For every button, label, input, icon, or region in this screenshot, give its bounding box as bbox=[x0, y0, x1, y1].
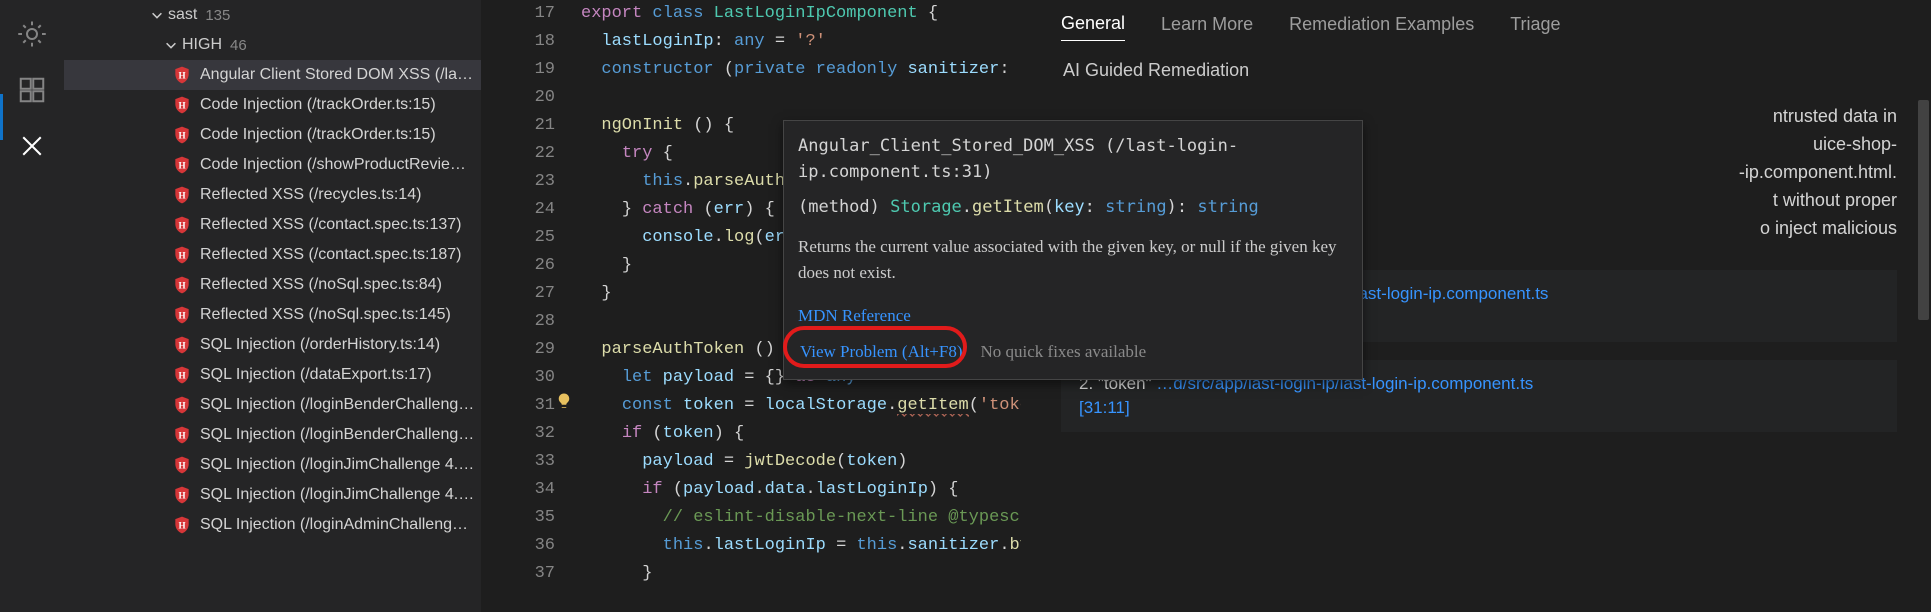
svg-text:H: H bbox=[178, 520, 185, 530]
tab-general[interactable]: General bbox=[1061, 13, 1125, 41]
sidebar-item-label: Code Injection (/trackOrder.ts:15) bbox=[200, 96, 475, 114]
sidebar-item[interactable]: H Code Injection (/trackOrder.ts:15) bbox=[64, 90, 481, 120]
sidebar-item[interactable]: H SQL Injection (/loginJimChallenge 4.… bbox=[64, 450, 481, 480]
group-label: sast bbox=[168, 6, 197, 24]
sidebar-item[interactable]: H SQL Injection (/loginBenderChalleng… bbox=[64, 390, 481, 420]
svg-text:H: H bbox=[178, 70, 185, 80]
sidebar-item-label: SQL Injection (/dataExport.ts:17) bbox=[200, 366, 475, 384]
tree-group-sast[interactable]: sast 135 bbox=[64, 0, 481, 30]
extensions-icon[interactable] bbox=[10, 68, 54, 112]
tree-group-high[interactable]: HIGH 46 bbox=[64, 30, 481, 60]
panel-scrollbar[interactable] bbox=[1916, 0, 1931, 612]
sidebar-item-label: SQL Injection (/loginJimChallenge 4.… bbox=[200, 486, 475, 504]
svg-text:H: H bbox=[178, 310, 185, 320]
severity-high-icon: H bbox=[172, 515, 192, 535]
severity-high-icon: H bbox=[172, 425, 192, 445]
lightbulb-icon[interactable] bbox=[555, 392, 573, 410]
severity-high-icon: H bbox=[172, 335, 192, 355]
severity-high-icon: H bbox=[172, 485, 192, 505]
activity-bar bbox=[0, 0, 64, 612]
sidebar-item[interactable]: H SQL Injection (/loginBenderChalleng… bbox=[64, 420, 481, 450]
sidebar-item[interactable]: H SQL Injection (/loginAdminChalleng… bbox=[64, 510, 481, 540]
card-location: [31:11] bbox=[1079, 398, 1879, 418]
sidebar: sast 135 HIGH 46 H Angular Client Stored … bbox=[64, 0, 481, 612]
svg-text:H: H bbox=[178, 370, 185, 380]
sidebar-item[interactable]: H Code Injection (/trackOrder.ts:15) bbox=[64, 120, 481, 150]
sidebar-item[interactable]: H Code Injection (/showProductRevie… bbox=[64, 150, 481, 180]
sidebar-item[interactable]: H Reflected XSS (/noSql.spec.ts:145) bbox=[64, 300, 481, 330]
severity-high-icon: H bbox=[172, 395, 192, 415]
scan-panel-icon[interactable] bbox=[10, 124, 54, 168]
svg-text:H: H bbox=[178, 280, 185, 290]
sidebar-item-label: Reflected XSS (/noSql.spec.ts:145) bbox=[200, 306, 475, 324]
hover-tooltip: Angular_Client_Stored_DOM_XSS (/last-log… bbox=[783, 120, 1363, 380]
sidebar-item-label: Reflected XSS (/recycles.ts:14) bbox=[200, 186, 475, 204]
sidebar-item-label: SQL Injection (/loginBenderChalleng… bbox=[200, 426, 475, 444]
subtab-ai-guided[interactable]: AI Guided Remediation bbox=[1061, 60, 1897, 81]
sidebar-item-label: Code Injection (/trackOrder.ts:15) bbox=[200, 126, 475, 144]
severity-high-icon: H bbox=[172, 215, 192, 235]
sidebar-item-label: SQL Injection (/loginAdminChalleng… bbox=[200, 516, 475, 534]
svg-text:H: H bbox=[178, 100, 185, 110]
sidebar-item[interactable]: H Reflected XSS (/noSql.spec.ts:84) bbox=[64, 270, 481, 300]
severity-high-icon: H bbox=[172, 245, 192, 265]
chevron-down-icon bbox=[148, 6, 166, 24]
severity-high-icon: H bbox=[172, 95, 192, 115]
sidebar-item[interactable]: H Reflected XSS (/contact.spec.ts:187) bbox=[64, 240, 481, 270]
svg-text:H: H bbox=[178, 490, 185, 500]
severity-high-icon: H bbox=[172, 275, 192, 295]
sidebar-item-label: Reflected XSS (/noSql.spec.ts:84) bbox=[200, 276, 475, 294]
severity-high-icon: H bbox=[172, 65, 192, 85]
sidebar-item[interactable]: H Reflected XSS (/recycles.ts:14) bbox=[64, 180, 481, 210]
sidebar-item-label: Code Injection (/showProductRevie… bbox=[200, 156, 475, 174]
svg-text:H: H bbox=[178, 340, 185, 350]
severity-high-icon: H bbox=[172, 155, 192, 175]
hover-title: Angular_Client_Stored_DOM_XSS (/last-log… bbox=[798, 133, 1348, 186]
no-quick-fixes-label: No quick fixes available bbox=[981, 339, 1147, 365]
mdn-reference-link[interactable]: MDN Reference bbox=[798, 303, 1348, 329]
line-gutter: 1718192021222324252627282930313233343536… bbox=[481, 0, 569, 588]
severity-high-icon: H bbox=[172, 305, 192, 325]
svg-text:H: H bbox=[178, 160, 185, 170]
hover-description: Returns the current value associated wit… bbox=[798, 234, 1348, 287]
svg-text:H: H bbox=[178, 220, 185, 230]
debug-icon[interactable] bbox=[10, 12, 54, 56]
sidebar-item[interactable]: H Reflected XSS (/contact.spec.ts:137) bbox=[64, 210, 481, 240]
scrollbar-thumb[interactable] bbox=[1918, 100, 1929, 320]
sidebar-item-label: Reflected XSS (/contact.spec.ts:187) bbox=[200, 246, 475, 264]
sidebar-item[interactable]: H SQL Injection (/dataExport.ts:17) bbox=[64, 360, 481, 390]
severity-high-icon: H bbox=[172, 455, 192, 475]
group-count: 135 bbox=[205, 7, 230, 24]
chevron-down-icon bbox=[162, 36, 180, 54]
sidebar-item[interactable]: H SQL Injection (/orderHistory.ts:14) bbox=[64, 330, 481, 360]
svg-text:H: H bbox=[178, 130, 185, 140]
sidebar-item-label: SQL Injection (/loginBenderChalleng… bbox=[200, 396, 475, 414]
svg-text:H: H bbox=[178, 430, 185, 440]
svg-text:H: H bbox=[178, 190, 185, 200]
sidebar-item[interactable]: H Angular Client Stored DOM XSS (/la… bbox=[64, 60, 481, 90]
sidebar-item-label: Angular Client Stored DOM XSS (/la… bbox=[200, 66, 475, 84]
panel-tabs: General Learn More Remediation Examples … bbox=[1061, 4, 1897, 50]
tab-remediation-examples[interactable]: Remediation Examples bbox=[1289, 14, 1474, 41]
severity-high-icon: H bbox=[172, 125, 192, 145]
svg-text:H: H bbox=[178, 250, 185, 260]
severity-high-icon: H bbox=[172, 365, 192, 385]
sidebar-item-label: SQL Injection (/orderHistory.ts:14) bbox=[200, 336, 475, 354]
group-label: HIGH bbox=[182, 36, 222, 54]
severity-high-icon: H bbox=[172, 185, 192, 205]
sidebar-item-label: SQL Injection (/loginJimChallenge 4.… bbox=[200, 456, 475, 474]
tab-triage[interactable]: Triage bbox=[1510, 14, 1560, 41]
tab-learn-more[interactable]: Learn More bbox=[1161, 14, 1253, 41]
svg-text:H: H bbox=[178, 460, 185, 470]
sidebar-item-label: Reflected XSS (/contact.spec.ts:137) bbox=[200, 216, 475, 234]
group-count: 46 bbox=[230, 37, 247, 54]
hover-signature: (method) Storage.getItem(key: string): s… bbox=[798, 194, 1348, 220]
svg-text:H: H bbox=[178, 400, 185, 410]
sidebar-item[interactable]: H SQL Injection (/loginJimChallenge 4.… bbox=[64, 480, 481, 510]
view-problem-link[interactable]: View Problem (Alt+F8) bbox=[800, 342, 963, 361]
